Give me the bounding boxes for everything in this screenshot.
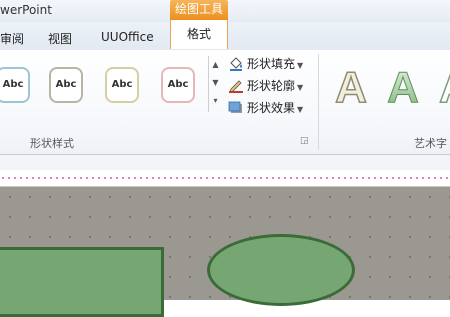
shape-effects-button[interactable]: 形状效果 ▼ [228, 99, 303, 117]
shape-style-preset-2[interactable]: Abc [49, 67, 83, 103]
style-gallery-scroller: ▲ ▼ ▾ [208, 56, 222, 112]
chevron-down-icon: ▼ [297, 83, 304, 92]
paint-bucket-icon [228, 56, 244, 71]
slide-canvas[interactable] [0, 187, 450, 317]
chevron-down-icon: ▼ [297, 61, 304, 70]
tab-uuoffice[interactable]: UUOffice [101, 30, 154, 44]
shape-outline-label: 形状轮廓 [247, 79, 296, 93]
horizontal-ruler[interactable] [0, 170, 450, 187]
shape-fill-label: 形状填充 [247, 57, 296, 71]
tab-format[interactable]: 格式 [170, 20, 228, 49]
pencil-outline-icon [228, 79, 244, 93]
wordart-preset-3[interactable]: A [432, 60, 450, 113]
group-separator [318, 54, 319, 150]
ruler-dots [0, 175, 450, 181]
shape-style-preset-1[interactable]: Abc [0, 67, 30, 103]
dialog-launcher-icon[interactable]: ◲ [300, 136, 309, 146]
wordart-glyph: A [439, 63, 450, 110]
ellipse-shape[interactable] [207, 234, 355, 306]
gallery-scroll-down-icon[interactable]: ▼ [209, 74, 222, 92]
wordart-glyph: A [387, 63, 419, 110]
shape-fill-button[interactable]: 形状填充 ▼ [228, 55, 303, 73]
wordart-preset-2[interactable]: A [380, 60, 426, 113]
wordart-group-label: 艺术字 [414, 137, 447, 150]
shape-style-preset-4[interactable]: Abc [161, 67, 195, 103]
wordart-preset-1[interactable]: A [328, 60, 374, 113]
title-bar: werPoint 绘图工具 [0, 0, 450, 22]
drawing-tools-context-header: 绘图工具 [170, 0, 228, 20]
shape-outline-button[interactable]: 形状轮廓 ▼ [228, 77, 303, 95]
ruler-background [0, 155, 450, 170]
tab-view[interactable]: 视图 [48, 30, 72, 47]
shape-styles-group-label: 形状样式 [30, 137, 74, 150]
shape-style-preset-3[interactable]: Abc [105, 67, 139, 103]
gallery-more-icon[interactable]: ▾ [209, 92, 222, 110]
tab-review[interactable]: 审阅 [0, 30, 24, 47]
shape-effects-label: 形状效果 [247, 101, 296, 115]
ribbon-tab-row: 审阅 视图 UUOffice 格式 [0, 20, 450, 51]
chevron-down-icon: ▼ [297, 105, 304, 114]
app-title: werPoint [0, 3, 52, 17]
gallery-scroll-up-icon[interactable]: ▲ [209, 56, 222, 74]
ribbon: Abc Abc Abc Abc ▲ ▼ ▾ 形状样式 ◲ 形状填充 ▼ 形状轮廓 ▼ [0, 50, 450, 155]
shape-effects-icon [228, 101, 244, 115]
wordart-glyph: A [335, 63, 367, 110]
rectangle-shape[interactable] [0, 247, 164, 317]
